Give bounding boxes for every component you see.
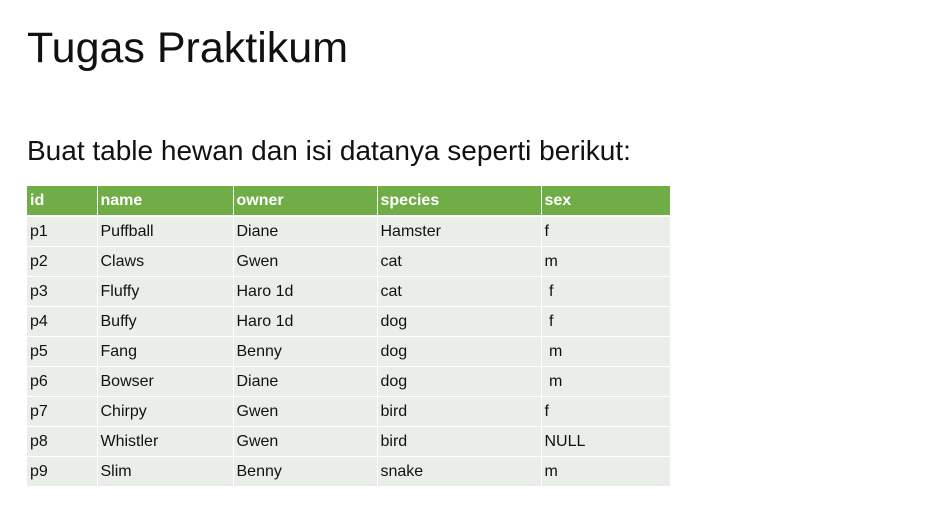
cell-sex: f	[540, 396, 670, 427]
cell-id: p5	[27, 336, 97, 367]
cell-sex: f	[540, 306, 670, 337]
cell-species: cat	[376, 276, 541, 307]
table-row: p6 Bowser Diane dog m	[27, 366, 670, 397]
cell-name: Chirpy	[96, 396, 233, 427]
cell-sex: m	[540, 336, 670, 367]
cell-name: Fang	[96, 336, 233, 367]
cell-owner: Gwen	[232, 246, 377, 277]
slide-title: Tugas Praktikum	[27, 24, 349, 72]
cell-id: p1	[27, 215, 97, 247]
cell-id: p9	[27, 456, 97, 486]
cell-sex: m	[540, 456, 670, 486]
slide-subtitle: Buat table hewan dan isi datanya seperti…	[27, 135, 631, 166]
cell-owner: Diane	[232, 366, 377, 397]
cell-owner: Benny	[232, 456, 377, 486]
cell-name: Bowser	[96, 366, 233, 397]
cell-species: bird	[376, 396, 541, 427]
cell-species: Hamster	[376, 215, 541, 247]
column-header-sex: sex	[540, 186, 670, 217]
cell-owner: Haro 1d	[232, 306, 377, 337]
column-header-species: species	[376, 186, 541, 217]
cell-sex: f	[540, 215, 670, 247]
hewan-table: id name owner species sex p1 Puffball Di…	[27, 186, 670, 486]
cell-id: p8	[27, 426, 97, 457]
table-row: p3 Fluffy Haro 1d cat f	[27, 276, 670, 307]
column-header-owner: owner	[232, 186, 377, 217]
cell-name: Buffy	[96, 306, 233, 337]
cell-name: Whistler	[96, 426, 233, 457]
cell-sex: NULL	[540, 426, 670, 457]
cell-name: Puffball	[96, 215, 233, 247]
cell-id: p7	[27, 396, 97, 427]
table-row: p4 Buffy Haro 1d dog f	[27, 306, 670, 337]
cell-owner: Gwen	[232, 396, 377, 427]
table-row: p5 Fang Benny dog m	[27, 336, 670, 367]
cell-name: Fluffy	[96, 276, 233, 307]
cell-species: dog	[376, 336, 541, 367]
cell-species: bird	[376, 426, 541, 457]
cell-id: p2	[27, 246, 97, 277]
cell-sex: m	[540, 246, 670, 277]
cell-owner: Benny	[232, 336, 377, 367]
cell-sex: m	[540, 366, 670, 397]
cell-owner: Gwen	[232, 426, 377, 457]
column-header-name: name	[96, 186, 233, 217]
table-row: p2 Claws Gwen cat m	[27, 246, 670, 277]
cell-species: dog	[376, 366, 541, 397]
table-header-row: id name owner species sex	[27, 186, 670, 217]
cell-name: Slim	[96, 456, 233, 486]
column-header-id: id	[27, 186, 97, 217]
cell-id: p4	[27, 306, 97, 337]
table-row: p8 Whistler Gwen bird NULL	[27, 426, 670, 457]
cell-species: cat	[376, 246, 541, 277]
cell-name: Claws	[96, 246, 233, 277]
table-row: p9 Slim Benny snake m	[27, 456, 670, 486]
cell-owner: Diane	[232, 215, 377, 247]
cell-id: p6	[27, 366, 97, 397]
cell-species: snake	[376, 456, 541, 486]
cell-owner: Haro 1d	[232, 276, 377, 307]
cell-species: dog	[376, 306, 541, 337]
table-row: p1 Puffball Diane Hamster f	[27, 215, 670, 247]
table-row: p7 Chirpy Gwen bird f	[27, 396, 670, 427]
cell-sex: f	[540, 276, 670, 307]
cell-id: p3	[27, 276, 97, 307]
